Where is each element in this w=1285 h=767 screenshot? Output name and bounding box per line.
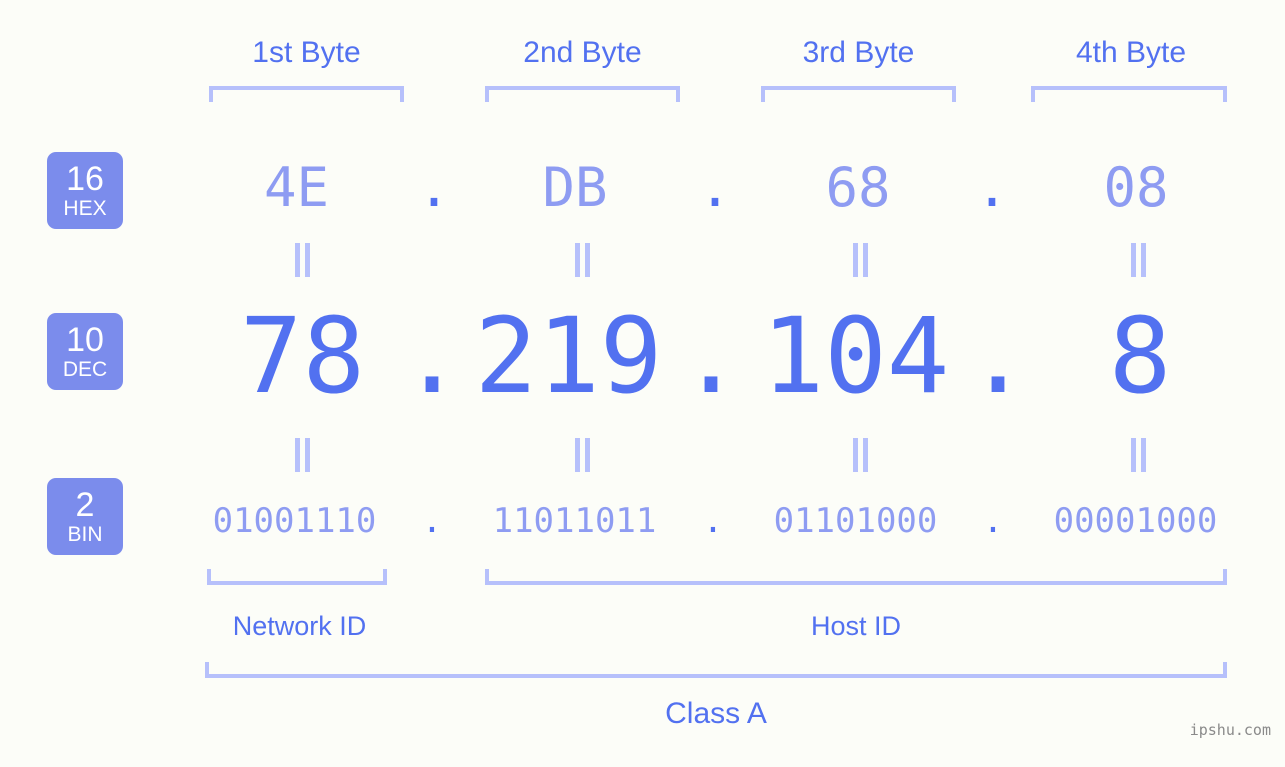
hex-separator-3: . — [975, 156, 1009, 219]
byte-header-label-4: 4th Byte — [1075, 36, 1187, 69]
site-watermark: ipshu.com — [1189, 721, 1271, 739]
equals-icon-hex-dec-4 — [1124, 243, 1150, 277]
byte-header-label-2: 2nd Byte — [523, 36, 642, 69]
hex-separator-2: . — [698, 156, 732, 219]
bin-byte-value-3: 01101000 — [773, 501, 938, 541]
ip-address-breakdown-diagram: 1st Byte 2nd Byte 3rd Byte 4th Byte 16 H… — [0, 0, 1285, 767]
byte-bracket-2 — [485, 86, 680, 102]
equals-icon-hex-dec-2 — [568, 243, 594, 277]
radix-badge-dec-number: 10 — [66, 321, 104, 359]
dec-separator-1: . — [400, 295, 464, 417]
hex-byte-value-2: DB — [542, 156, 608, 219]
hex-byte-value-1: 4E — [263, 156, 330, 219]
byte-bracket-1 — [209, 86, 404, 102]
equals-icon-dec-bin-1 — [288, 438, 314, 472]
byte-bracket-3 — [761, 86, 956, 102]
radix-badge-dec-abbr: DEC — [62, 358, 108, 381]
ip-class-bracket — [205, 662, 1227, 678]
dec-separator-2: . — [679, 295, 743, 417]
hex-byte-value-4: 08 — [1103, 156, 1169, 219]
network-id-label: Network ID — [232, 611, 367, 641]
dec-byte-value-3: 104 — [761, 295, 950, 417]
equals-icon-dec-bin-3 — [846, 438, 872, 472]
radix-badge-bin: 2 BIN — [47, 478, 123, 555]
ip-class-label: Class A — [665, 697, 767, 730]
bin-byte-value-4: 00001000 — [1053, 501, 1218, 541]
hex-separator-1: . — [417, 156, 451, 219]
equals-icon-dec-bin-2 — [568, 438, 594, 472]
hex-byte-value-3: 68 — [825, 156, 891, 219]
radix-badge-hex-abbr: HEX — [63, 197, 107, 220]
equals-icon-hex-dec-1 — [288, 243, 314, 277]
network-id-bracket — [207, 569, 387, 585]
dec-byte-value-4: 8 — [1108, 295, 1172, 417]
radix-badge-hex-number: 16 — [66, 160, 104, 198]
radix-badge-bin-abbr: BIN — [67, 523, 103, 546]
bin-byte-value-1: 01001110 — [212, 501, 377, 541]
bin-byte-value-2: 11011011 — [492, 501, 657, 541]
dec-byte-value-2: 219 — [474, 295, 663, 417]
equals-icon-hex-dec-3 — [846, 243, 872, 277]
bin-separator-3: . — [982, 501, 1004, 541]
radix-badge-bin-number: 2 — [75, 486, 95, 524]
equals-icon-dec-bin-4 — [1124, 438, 1150, 472]
radix-badge-hex: 16 HEX — [47, 152, 123, 229]
bin-separator-1: . — [421, 501, 443, 541]
host-id-bracket — [485, 569, 1227, 585]
radix-badge-dec: 10 DEC — [47, 313, 123, 390]
dec-separator-3: . — [966, 295, 1030, 417]
host-id-label: Host ID — [810, 611, 902, 641]
byte-bracket-4 — [1031, 86, 1227, 102]
byte-header-label-1: 1st Byte — [252, 36, 361, 69]
bin-separator-2: . — [702, 501, 724, 541]
dec-byte-value-1: 78 — [239, 295, 366, 417]
byte-header-label-3: 3rd Byte — [802, 36, 915, 69]
